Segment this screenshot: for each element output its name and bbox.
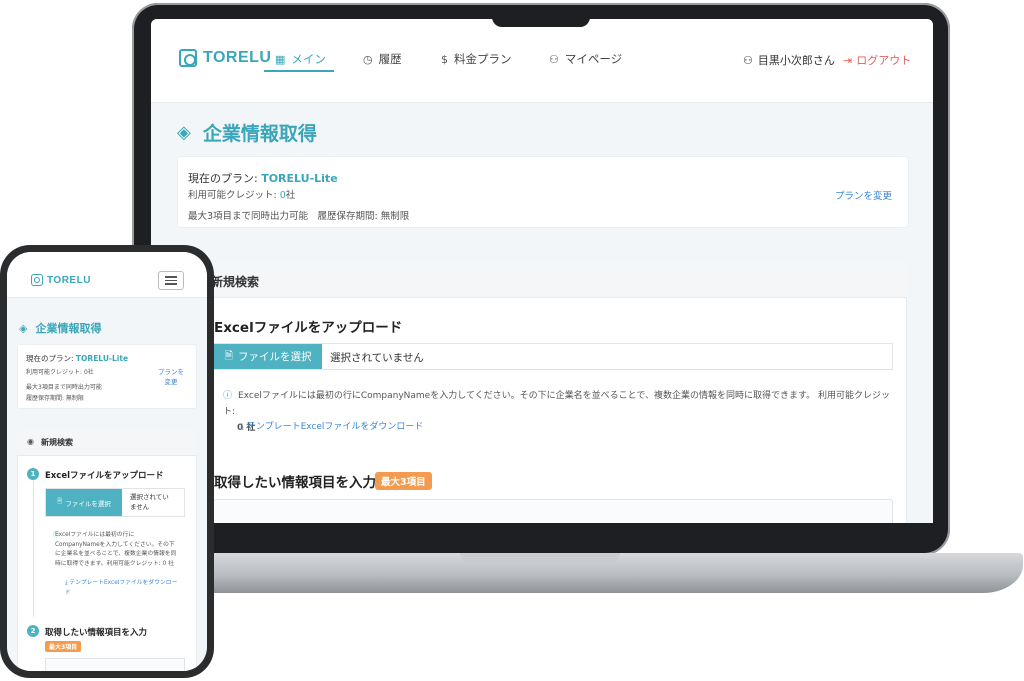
step-2-marker: 2 (27, 625, 39, 637)
choose-file-label: ファイルを選択 (237, 351, 312, 363)
logo-text: TORELU (203, 49, 272, 66)
menu-icon-bar (165, 283, 177, 285)
choose-file-button[interactable]: 🗎 ファイルを選択 (214, 344, 322, 369)
mobile-credit-info: 利用可能クレジット: 0社 (26, 367, 94, 376)
mobile-nav: TORELU (7, 252, 207, 298)
mobile-page-title: ◈ 企業情報取得 (19, 320, 101, 336)
credit-unit: 社 (285, 190, 296, 201)
file-icon: 🗎 (57, 497, 63, 505)
user-name[interactable]: ⚇ 目黒小次郎さん (743, 52, 835, 68)
mobile-max-items-badge: 最大3項目 (45, 641, 82, 652)
file-status-line2: ません (130, 503, 150, 511)
logo-icon (31, 274, 43, 286)
layers-icon: ◈ (177, 122, 191, 143)
change-plan-label-1: プランを (158, 368, 184, 376)
upload-info-text: Excelファイルには最初の行にCompanyNameを入力してください。その下… (223, 391, 891, 417)
credit-label: 利用可能クレジット: (26, 369, 84, 376)
step-connector (33, 467, 34, 617)
current-plan-name: TORELU-Lite (75, 354, 129, 363)
nav-mypage-label: マイページ (564, 52, 623, 66)
current-plan-name: TORELU-Lite (261, 172, 338, 185)
dollar-icon: $ (441, 52, 448, 66)
mobile-new-search-title: 新規検索 (41, 438, 73, 447)
max-items-badge: 最大3項目 (375, 472, 432, 490)
clock-icon: ◷ (363, 52, 373, 66)
logo[interactable]: TORELU (179, 49, 271, 67)
new-search-title: 新規検索 (211, 275, 260, 289)
credit-unit: 社 (87, 369, 94, 376)
mobile-upload-title: Excelファイルをアップロード (45, 471, 164, 481)
plan-limits: 最大3項目まで同時出力可能 履歴保存期間: 無制限 (188, 211, 410, 222)
laptop-screen: TORELU ▦ メイン ◷ 履歴 $ 料金プラン ⚇ マイページ ⚇ 目黒小次… (151, 19, 933, 523)
user-icon: ⚇ (549, 52, 559, 66)
menu-icon (165, 276, 177, 278)
file-input[interactable]: 🗎 ファイルを選択 選択されていません (213, 343, 893, 370)
mobile-template-download-link[interactable]: ⤓ テンプレートExcelファイルをダウンロード (65, 579, 179, 598)
phone-screen: TORELU ◈ 企業情報取得 現在のプラン: TORELU-Lite 利用可能… (7, 252, 207, 671)
template-download-label: テンプレートExcelファイルをダウンロード (246, 422, 424, 432)
top-nav: TORELU ▦ メイン ◷ 履歴 $ 料金プラン ⚇ マイページ ⚇ 目黒小次… (151, 19, 933, 103)
download-icon: ⤓ (65, 580, 68, 586)
mobile-file-status: 選択されてい ません (130, 492, 182, 512)
target-icon: ◉ (27, 437, 34, 446)
current-plan-label: 現在のプラン: (26, 354, 76, 363)
template-download-label: テンプレートExcelファイルをダウンロード (65, 580, 178, 596)
credit-info: 利用可能クレジット: 0社 (188, 187, 295, 201)
template-download-link[interactable]: ⤓ テンプレートExcelファイルをダウンロード (240, 419, 423, 432)
user-icon: ⚇ (743, 53, 753, 67)
file-status-line1: 選択されてい (130, 493, 169, 501)
menu-icon-bar (165, 279, 177, 282)
credit-label: 利用可能クレジット: (188, 190, 280, 201)
mobile-new-search-header: ◉ 新規検索 (17, 430, 197, 456)
step-1-marker: 1 (27, 468, 39, 480)
mobile-choose-file-button[interactable]: 🗎 ファイルを選択 (46, 489, 122, 516)
laptop-base-notch (460, 553, 620, 563)
file-icon: 🗎 (224, 349, 233, 362)
mobile-logo[interactable]: TORELU (31, 274, 91, 286)
user-name-label: 目黒小次郎さん (757, 54, 835, 67)
mobile-plan-limit: 最大3項目まで同時出力可能 (26, 384, 102, 391)
current-plan-label: 現在のプラン: (188, 172, 262, 185)
upload-section-title: Excelファイルをアップロード (214, 320, 403, 336)
mobile-items-input-box[interactable] (45, 658, 185, 671)
hamburger-menu-button[interactable] (158, 271, 184, 290)
nav-history-label: 履歴 (378, 52, 402, 66)
nav-main[interactable]: ▦ メイン (275, 51, 326, 67)
nav-mypage[interactable]: ⚇ マイページ (549, 51, 622, 67)
change-plan-label-2: 変更 (164, 378, 178, 386)
nav-pricing[interactable]: $ 料金プラン (441, 51, 512, 67)
nav-pricing-label: 料金プラン (454, 52, 512, 66)
choose-file-label: ファイルを選択 (65, 499, 111, 508)
nav-main-label: メイン (291, 52, 326, 66)
items-section-title: 取得したい情報項目を入力 (214, 475, 376, 491)
nav-active-indicator (264, 70, 334, 72)
plan-card: 現在のプラン: TORELU-Lite 利用可能クレジット: 0社 最大3項目ま… (177, 156, 909, 228)
file-status: 選択されていません (330, 352, 424, 364)
mobile-upload-info: Excelファイルには最初の行にCompanyNameを入力してください。その下… (55, 532, 177, 567)
new-search-header: 新規検索 (199, 262, 907, 298)
nav-history[interactable]: ◷ 履歴 (363, 51, 402, 67)
mobile-change-plan-link[interactable]: プランを 変更 (153, 367, 189, 387)
mobile-items-title: 取得したい情報項目を入力 (45, 628, 148, 638)
logo-icon (179, 49, 197, 67)
layers-icon: ◈ (19, 321, 28, 335)
info-icon: ⓘ (223, 391, 233, 401)
items-input-box[interactable] (213, 499, 893, 523)
mobile-file-input[interactable]: 🗎 ファイルを選択 選択されてい ません (45, 488, 185, 517)
mobile-plan-retention: 履歴保存期間: 無制限 (26, 395, 84, 402)
mobile-current-plan: 現在のプラン: TORELU-Lite (26, 353, 128, 364)
download-icon: ⤓ (240, 422, 244, 432)
logout-icon: ⇥ (843, 53, 853, 67)
laptop-notch (492, 5, 590, 27)
logout-button[interactable]: ⇥ ログアウト (843, 52, 911, 68)
current-plan: 現在のプラン: TORELU-Lite (188, 170, 338, 186)
page-title: ◈ 企業情報取得 (177, 119, 317, 146)
logout-label: ログアウト (856, 54, 912, 67)
page-title-text: 企業情報取得 (202, 123, 317, 145)
mobile-plan-card: 現在のプラン: TORELU-Lite 利用可能クレジット: 0社 最大3項目ま… (17, 344, 197, 409)
logo-text: TORELU (47, 274, 91, 286)
change-plan-link[interactable]: プランを変更 (835, 188, 892, 202)
grid-icon: ▦ (275, 52, 286, 66)
mobile-page-title-text: 企業情報取得 (35, 322, 102, 335)
